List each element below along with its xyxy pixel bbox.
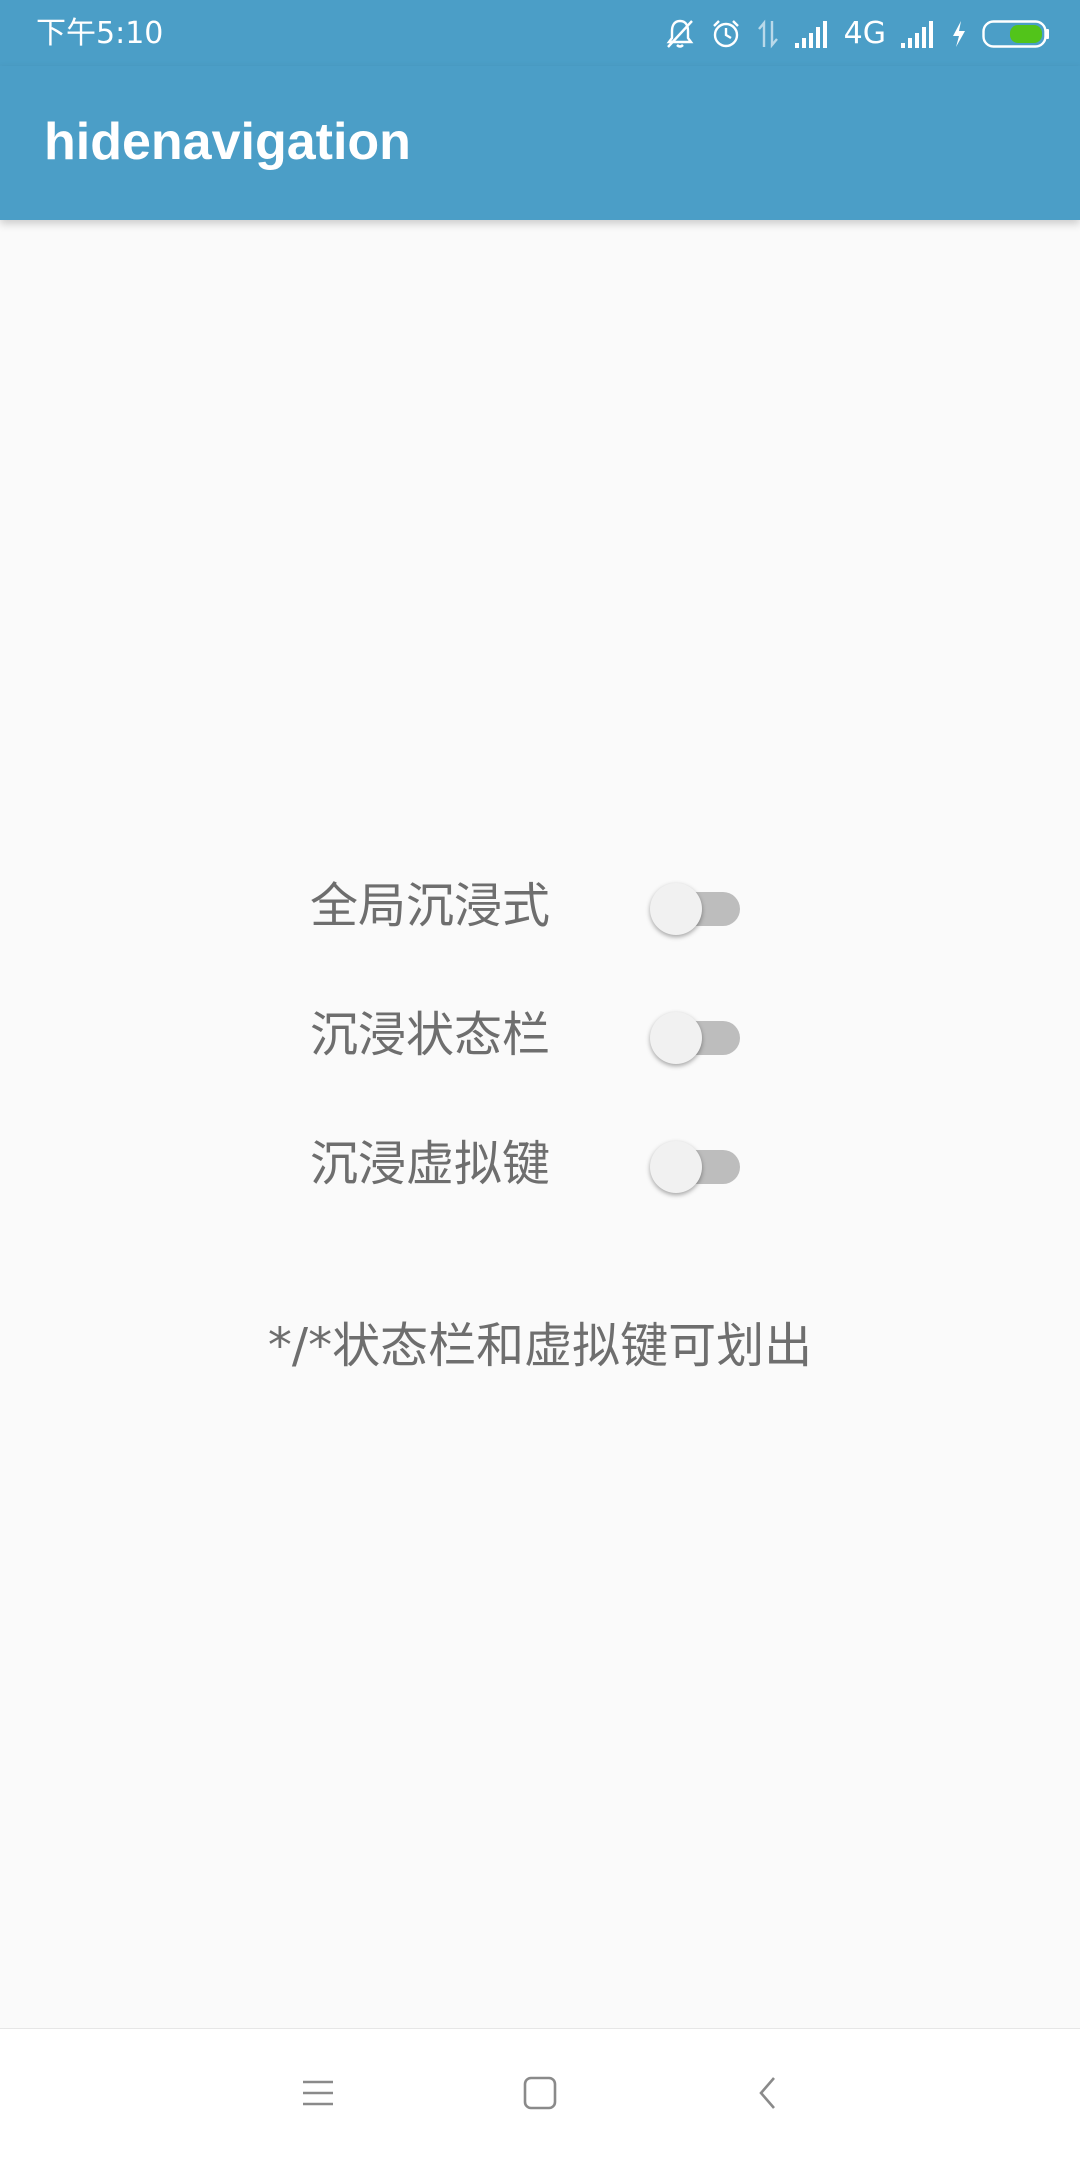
charging-icon bbox=[950, 19, 968, 49]
back-button[interactable] bbox=[738, 2065, 798, 2125]
network-type: 4G bbox=[843, 16, 886, 51]
switch-thumb bbox=[650, 1141, 702, 1193]
status-bar: 下午5:10 4G bbox=[0, 0, 1080, 66]
immersive-nav-keys-switch[interactable] bbox=[650, 1138, 742, 1194]
setting-label: 全局沉浸式 bbox=[310, 878, 551, 934]
setting-row-immersive-status-bar: 沉浸状态栏 bbox=[0, 989, 1080, 1079]
battery-icon bbox=[982, 20, 1050, 48]
global-immersive-switch[interactable] bbox=[650, 880, 742, 936]
setting-label: 沉浸状态栏 bbox=[310, 1007, 551, 1063]
app-title: hidenavigation bbox=[44, 113, 411, 171]
home-icon bbox=[523, 2076, 557, 2114]
menu-button[interactable] bbox=[288, 2065, 348, 2125]
back-icon bbox=[756, 2075, 780, 2115]
signal-icon-2 bbox=[900, 19, 936, 49]
switch-thumb bbox=[650, 1012, 702, 1064]
mute-icon bbox=[664, 17, 696, 51]
setting-row-immersive-nav-keys: 沉浸虚拟键 bbox=[0, 1118, 1080, 1208]
status-time: 下午5:10 bbox=[36, 16, 164, 51]
immersive-status-bar-switch[interactable] bbox=[650, 1009, 742, 1065]
setting-row-global-immersive: 全局沉浸式 bbox=[0, 860, 1080, 950]
screen: 下午5:10 4G hidenavigation 全局沉浸式 沉浸状态栏 沉浸虚… bbox=[0, 0, 1080, 2160]
home-button[interactable] bbox=[510, 2065, 570, 2125]
alarm-icon bbox=[710, 17, 742, 51]
app-bar: hidenavigation bbox=[0, 66, 1080, 220]
swipe-note: */*状态栏和虚拟键可划出 bbox=[267, 1318, 813, 1374]
switch-thumb bbox=[650, 883, 702, 935]
data-transfer-icon bbox=[756, 17, 780, 51]
signal-icon bbox=[794, 19, 830, 49]
navigation-bar bbox=[0, 2028, 1080, 2160]
menu-icon bbox=[301, 2079, 335, 2111]
setting-label: 沉浸虚拟键 bbox=[310, 1136, 551, 1192]
status-icons: 4G bbox=[664, 12, 1050, 56]
